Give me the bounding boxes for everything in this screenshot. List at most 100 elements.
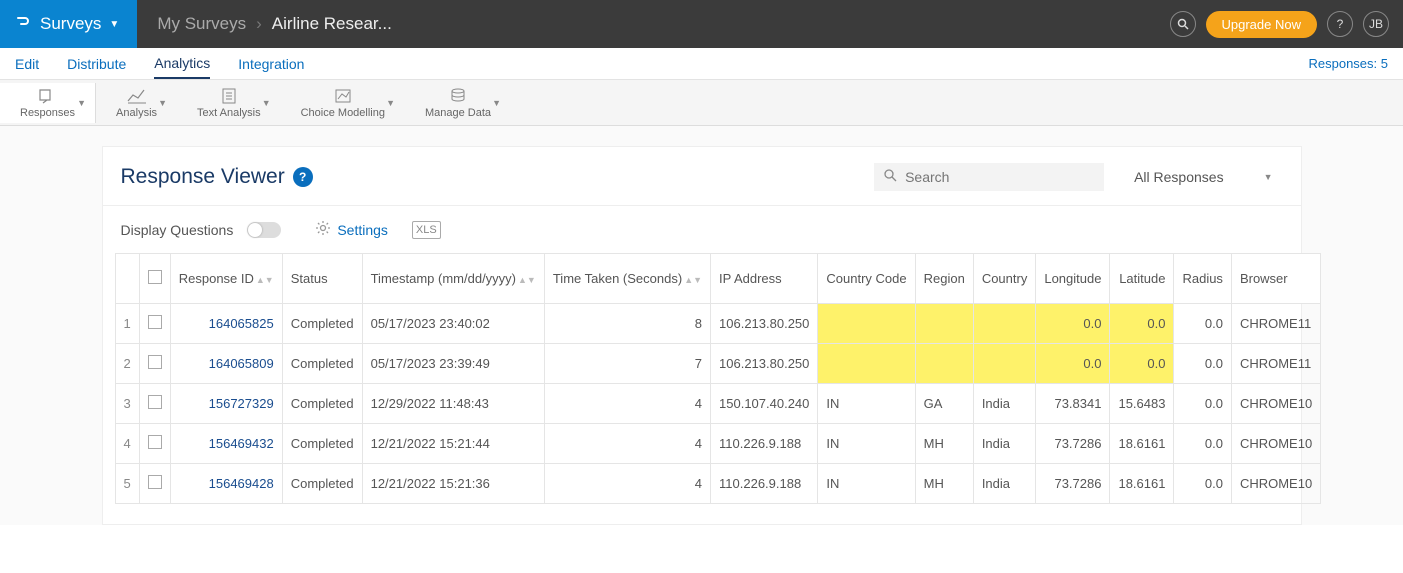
search-input[interactable]	[905, 169, 1094, 185]
filter-dropdown[interactable]: All Responses ▼	[1124, 163, 1282, 191]
cell-response-id: 156469432	[170, 424, 282, 464]
response-id-link[interactable]: 156469432	[209, 436, 274, 451]
sort-icon: ▲▼	[256, 275, 274, 285]
row-checkbox[interactable]	[148, 395, 162, 409]
col-timestamp[interactable]: Timestamp (mm/dd/yyyy)▲▼	[362, 254, 544, 304]
caret-down-icon[interactable]: ▼	[380, 98, 401, 108]
cell-index: 3	[115, 384, 139, 424]
export-xls-button[interactable]: XLS	[412, 221, 441, 239]
select-all-checkbox[interactable]	[148, 270, 162, 284]
display-questions-toggle[interactable]	[247, 222, 281, 238]
cell-latitude: 0.0	[1110, 304, 1174, 344]
search-icon	[884, 169, 897, 185]
help-icon[interactable]: ?	[1327, 11, 1353, 37]
cell-latitude: 18.6161	[1110, 464, 1174, 504]
row-checkbox[interactable]	[148, 355, 162, 369]
gear-icon	[315, 220, 331, 239]
cell-response-id: 164065825	[170, 304, 282, 344]
cell-latitude: 0.0	[1110, 344, 1174, 384]
panel-title-text: Response Viewer	[121, 165, 285, 189]
table-row: 2164065809Completed05/17/2023 23:39:4971…	[115, 344, 1321, 384]
col-time-taken[interactable]: Time Taken (Seconds)▲▼	[544, 254, 710, 304]
response-id-link[interactable]: 156727329	[209, 396, 274, 411]
response-id-link[interactable]: 156469428	[209, 476, 274, 491]
col-radius[interactable]: Radius	[1174, 254, 1231, 304]
user-avatar[interactable]: JB	[1363, 11, 1389, 37]
cell-browser: CHROME11	[1231, 344, 1320, 384]
row-checkbox[interactable]	[148, 475, 162, 489]
tool-text-analysis-label: Text Analysis	[197, 107, 261, 119]
cell-country: India	[973, 464, 1036, 504]
row-checkbox[interactable]	[148, 315, 162, 329]
cell-time-taken: 4	[544, 464, 710, 504]
cell-ip: 106.213.80.250	[711, 344, 818, 384]
breadcrumb: My Surveys › Airline Resear...	[137, 14, 391, 34]
col-response-id[interactable]: Response ID▲▼	[170, 254, 282, 304]
cell-region: GA	[915, 384, 973, 424]
cell-browser: CHROME11	[1231, 304, 1320, 344]
col-country-code[interactable]: Country Code	[818, 254, 915, 304]
col-region[interactable]: Region	[915, 254, 973, 304]
col-browser[interactable]: Browser	[1231, 254, 1320, 304]
topbar-right: Upgrade Now ? JB	[1170, 11, 1403, 38]
cell-timestamp: 12/21/2022 15:21:36	[362, 464, 544, 504]
toolbar: Responses ▼ Analysis ▼ Text Analysis ▼ C…	[0, 80, 1403, 126]
tab-edit[interactable]: Edit	[15, 50, 39, 78]
cell-browser: CHROME10	[1231, 424, 1320, 464]
cell-country	[973, 304, 1036, 344]
cell-timestamp: 05/17/2023 23:39:49	[362, 344, 544, 384]
caret-down-icon[interactable]: ▼	[256, 98, 277, 108]
text-analysis-icon	[218, 87, 240, 107]
col-ip[interactable]: IP Address	[711, 254, 818, 304]
cell-response-id: 156469428	[170, 464, 282, 504]
settings-link[interactable]: Settings	[315, 220, 388, 239]
cell-country: India	[973, 424, 1036, 464]
response-viewer-panel: Response Viewer ? All Responses ▼ Displa…	[102, 146, 1302, 525]
tool-choice-modelling-label: Choice Modelling	[301, 107, 385, 119]
col-country[interactable]: Country	[973, 254, 1036, 304]
cell-checkbox	[139, 344, 170, 384]
cell-longitude: 0.0	[1036, 304, 1110, 344]
caret-down-icon[interactable]: ▼	[71, 98, 92, 108]
search-icon[interactable]	[1170, 11, 1196, 37]
search-box[interactable]	[874, 163, 1104, 191]
table-row: 3156727329Completed12/29/2022 11:48:4341…	[115, 384, 1321, 424]
cell-checkbox	[139, 384, 170, 424]
tab-integration[interactable]: Integration	[238, 50, 304, 78]
cell-radius: 0.0	[1174, 464, 1231, 504]
caret-down-icon[interactable]: ▼	[486, 98, 507, 108]
tab-analytics[interactable]: Analytics	[154, 49, 210, 79]
settings-label: Settings	[337, 222, 388, 238]
response-id-link[interactable]: 164065825	[209, 316, 274, 331]
upgrade-button[interactable]: Upgrade Now	[1206, 11, 1318, 38]
surveys-menu-label: Surveys	[40, 14, 101, 34]
cell-region: MH	[915, 424, 973, 464]
cell-index: 1	[115, 304, 139, 344]
tab-distribute[interactable]: Distribute	[67, 50, 126, 78]
cell-time-taken: 4	[544, 384, 710, 424]
col-latitude[interactable]: Latitude	[1110, 254, 1174, 304]
responses-count[interactable]: Responses: 5	[1309, 56, 1389, 71]
col-longitude[interactable]: Longitude	[1036, 254, 1110, 304]
cell-radius: 0.0	[1174, 424, 1231, 464]
table-wrap: Response ID▲▼ Status Timestamp (mm/dd/yy…	[103, 253, 1301, 524]
cell-country-code: IN	[818, 384, 915, 424]
tool-analysis-label: Analysis	[116, 107, 157, 119]
caret-down-icon[interactable]: ▼	[152, 98, 173, 108]
col-status[interactable]: Status	[282, 254, 362, 304]
cell-ip: 106.213.80.250	[711, 304, 818, 344]
choice-modelling-icon	[332, 87, 354, 107]
cell-longitude: 73.8341	[1036, 384, 1110, 424]
row-checkbox[interactable]	[148, 435, 162, 449]
cell-time-taken: 4	[544, 424, 710, 464]
surveys-menu-button[interactable]: Surveys ▼	[0, 0, 137, 48]
breadcrumb-current: Airline Resear...	[272, 14, 392, 34]
help-icon[interactable]: ?	[293, 167, 313, 187]
cell-ip: 110.226.9.188	[711, 424, 818, 464]
cell-browser: CHROME10	[1231, 384, 1320, 424]
breadcrumb-parent[interactable]: My Surveys	[157, 14, 246, 34]
cell-timestamp: 12/29/2022 11:48:43	[362, 384, 544, 424]
response-id-link[interactable]: 164065809	[209, 356, 274, 371]
table-header-row: Response ID▲▼ Status Timestamp (mm/dd/yy…	[115, 254, 1321, 304]
panel-header-right: All Responses ▼	[874, 163, 1282, 191]
